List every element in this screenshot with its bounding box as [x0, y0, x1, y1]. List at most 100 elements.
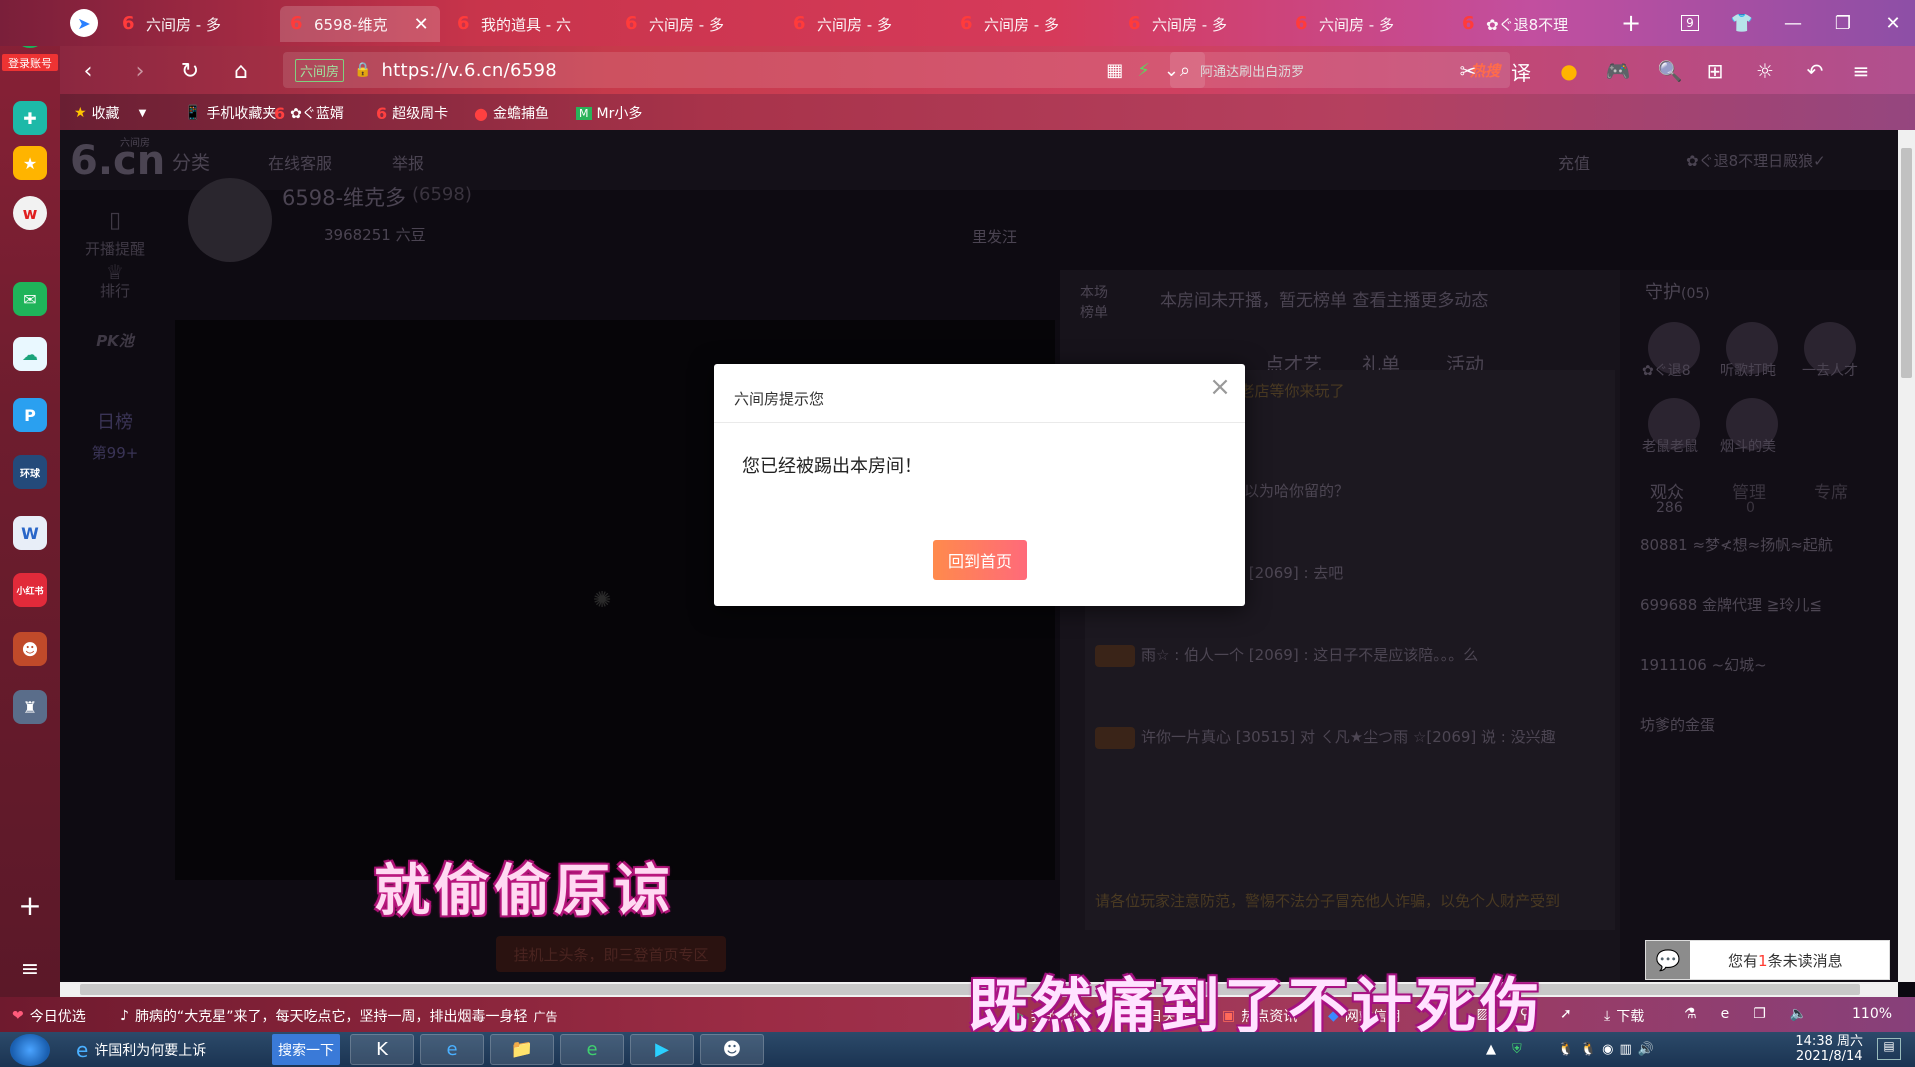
ie-taskbar-icon[interactable]: e	[420, 1034, 484, 1065]
taskbar-ie-item[interactable]: e 许国利为何要上诉	[70, 1034, 212, 1065]
brightness-icon[interactable]: ☼	[1750, 58, 1780, 84]
unread-message-toast[interactable]: 💬 您有1条未读消息	[1645, 940, 1890, 980]
tab-close-icon[interactable]: ✕	[414, 14, 429, 35]
forward-icon[interactable]: ›	[125, 56, 155, 86]
weibo-icon[interactable]: w	[13, 196, 47, 230]
undo-icon[interactable]: ↶	[1800, 58, 1830, 84]
taskbar-search-button[interactable]: 搜索一下	[272, 1034, 340, 1065]
download-button[interactable]: ⤓ 下载	[1604, 1006, 1644, 1026]
scissors-icon[interactable]: ✂	[1453, 58, 1483, 84]
home-icon[interactable]: ⌂	[226, 56, 256, 86]
left-nav-daily[interactable]: 日榜	[80, 408, 150, 434]
ie-icon[interactable]: e	[1721, 1006, 1730, 1022]
minimize-icon[interactable]: —	[1778, 8, 1808, 38]
audience-item[interactable]: 80881 ≈梦≮想≈扬帆≈起航	[1640, 534, 1833, 555]
nav-service[interactable]: 在线客服	[268, 150, 332, 174]
grid-apps-icon[interactable]: ⊞	[1700, 58, 1730, 84]
recharge-link[interactable]: 充值	[1558, 150, 1590, 174]
game-taskbar-icon[interactable]: ☻	[700, 1034, 764, 1065]
nav-category[interactable]: 分类	[172, 148, 210, 175]
start-button[interactable]	[10, 1034, 50, 1066]
left-nav-rank[interactable]: 排行	[80, 280, 150, 301]
bookmark-item[interactable]: M Mr小多	[576, 102, 642, 124]
bookmark-favorites[interactable]: ★ 收藏 ▼	[74, 102, 146, 124]
close-icon[interactable]: ×	[1207, 374, 1233, 400]
tab-6[interactable]: 6 六间房 - 多	[1118, 6, 1278, 42]
tab-5[interactable]: 6 六间房 - 多	[950, 6, 1110, 42]
up-arrow-icon[interactable]: ▲	[1486, 1042, 1496, 1057]
skin-shirt-icon[interactable]: 👕	[1727, 8, 1757, 38]
scroll-thumb[interactable]	[1901, 148, 1912, 378]
restore-icon[interactable]: ❐	[1828, 8, 1858, 38]
car-icon[interactable]: ⚗	[1684, 1006, 1697, 1022]
shield-tray-icon[interactable]: ⛨	[1512, 1042, 1522, 1057]
audience-item[interactable]: 1911106 ~幻城~	[1640, 654, 1767, 675]
mail-icon[interactable]: ✉	[13, 282, 47, 316]
rocket-icon[interactable]: ➚	[1560, 1006, 1572, 1022]
magnifier-icon[interactable]: 🔍	[1655, 58, 1685, 84]
url-text[interactable]: https://v.6.cn/6598	[381, 60, 557, 81]
plus-app-icon[interactable]: ✚	[13, 101, 47, 135]
game-app-2-icon[interactable]: ☻	[13, 632, 47, 666]
star-favorites-icon[interactable]: ★	[13, 146, 47, 180]
folder-icon[interactable]: 📁	[490, 1034, 554, 1065]
audience-item[interactable]: 坊爹的金蛋	[1640, 714, 1715, 735]
lightning-icon[interactable]: ⚡	[1137, 60, 1164, 81]
back-home-button[interactable]: 回到首页	[933, 540, 1027, 580]
tab-1[interactable]: 6 6598-维克 ✕	[280, 6, 440, 42]
follow-label[interactable]: 里发汪	[972, 226, 1017, 247]
qq-icon[interactable]: 🐧	[1558, 1042, 1574, 1057]
tab-3[interactable]: 6 六间房 - 多	[615, 6, 775, 42]
bookmark-item[interactable]: 6 ✿ぐ蓝婿	[274, 102, 344, 124]
close-window-icon[interactable]: ✕	[1878, 8, 1908, 38]
reload-icon[interactable]: ↻	[175, 56, 205, 86]
volume-tray-icon[interactable]: 🔊	[1638, 1042, 1654, 1057]
xiaohongshu-icon[interactable]: 小红书	[13, 573, 47, 607]
tab-seats[interactable]: 专席	[1814, 478, 1848, 503]
tab-count-button[interactable]: 9	[1675, 8, 1705, 38]
p-app-icon[interactable]: P	[13, 398, 47, 432]
coin-icon[interactable]: ●	[1554, 58, 1584, 84]
site-logo[interactable]: 6.cn	[70, 138, 165, 184]
zoom-level[interactable]: 110%	[1852, 1006, 1892, 1022]
vertical-scrollbar[interactable]	[1898, 130, 1915, 982]
bookmark-item[interactable]: ● 金蟾捕鱼	[474, 102, 549, 124]
bookmark-mobile[interactable]: 📱 手机收藏夹	[184, 102, 276, 124]
kugou-icon[interactable]: K	[350, 1034, 414, 1065]
volume-icon[interactable]: 🔈	[1790, 1006, 1807, 1022]
translate-icon[interactable]: 译	[1506, 58, 1536, 85]
cloud-icon[interactable]: ☁	[13, 337, 47, 371]
back-icon[interactable]: ‹	[73, 56, 103, 86]
network-icon[interactable]: ▥	[1619, 1042, 1631, 1057]
tab-4[interactable]: 6 六间房 - 多	[783, 6, 943, 42]
menu-icon[interactable]: ≡	[1846, 58, 1876, 84]
tab-2[interactable]: 6 我的道具 - 六	[447, 6, 607, 42]
tab-0[interactable]: 6 六间房 - 多	[112, 6, 272, 42]
tab-8[interactable]: 6 ✿ぐ退8不理	[1452, 6, 1612, 42]
left-nav-pk[interactable]: PK池	[80, 330, 150, 351]
game-app-3-icon[interactable]: ♜	[13, 690, 47, 724]
new-tab-icon[interactable]: +	[1616, 8, 1646, 38]
notification-icon[interactable]: ▤	[1877, 1038, 1901, 1060]
tab-7[interactable]: 6 六间房 - 多	[1285, 6, 1445, 42]
qq-icon-2[interactable]: 🐧	[1580, 1042, 1596, 1057]
gamepad-icon[interactable]: 🎮	[1603, 58, 1633, 84]
game-app-icon[interactable]: 环球	[13, 455, 47, 489]
news-ticker[interactable]: ♪ 肺病的“大克星”来了，每天吃点它，坚持一周，排出烟毒一身轻 广告	[120, 1006, 557, 1026]
clock[interactable]: 14:38 周六 2021/8/14	[1795, 1034, 1863, 1064]
word-doc-icon[interactable]: W	[13, 516, 47, 550]
bottom-banner[interactable]: 挂机上头条，即三登首页专区	[496, 936, 726, 972]
window-icon[interactable]: ❐	[1753, 1006, 1766, 1022]
chrome-icon[interactable]: ◉	[1602, 1042, 1613, 1057]
browser-taskbar-icon[interactable]: e	[560, 1034, 624, 1065]
login-button[interactable]: 登录账号	[2, 54, 58, 71]
qr-icon[interactable]: ▦	[1106, 60, 1137, 81]
audience-item[interactable]: 699688 金牌代理 ≧玲儿≦	[1640, 594, 1822, 615]
user-name[interactable]: ✿ぐ退8不理日殿狼✓	[1686, 150, 1826, 171]
left-nav-remind[interactable]: 开播提醒	[80, 238, 150, 259]
url-field[interactable]: 六间房 🔒 https://v.6.cn/6598 ▦⚡⌄	[283, 52, 1205, 88]
menu-list-icon[interactable]: ≡	[13, 952, 47, 986]
send-icon[interactable]: ➤	[70, 9, 98, 37]
today-picks[interactable]: ❤ 今日优选	[12, 1006, 86, 1026]
nav-report[interactable]: 举报	[392, 150, 424, 174]
